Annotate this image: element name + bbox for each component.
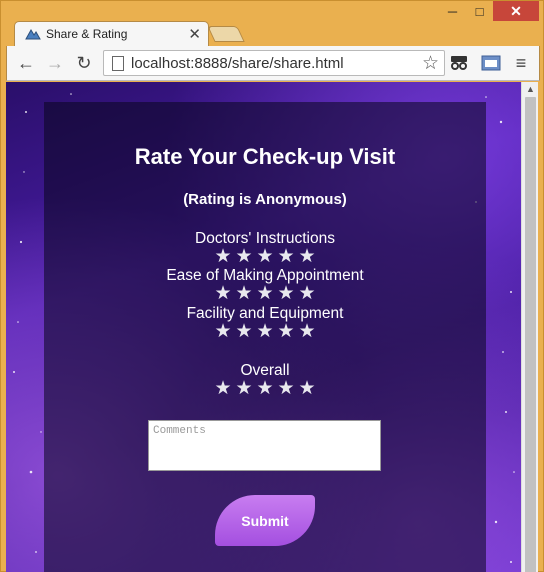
address-url[interactable]: localhost:8888/share/share.html [131,55,344,72]
page-favicon-icon [25,29,41,40]
vertical-scrollbar[interactable]: ▲ [521,82,538,572]
star-icon[interactable]: ★ [256,247,275,266]
star-rating-facility-equipment[interactable]: ★ ★ ★ ★ ★ [44,322,486,341]
address-bar[interactable]: localhost:8888/share/share.html ☆ [103,50,445,76]
maximize-button[interactable]: □ [466,1,493,21]
star-icon[interactable]: ★ [214,247,233,266]
browser-window: ─ □ ✕ Share & Rating ✕ ← → ↻ localhost:8… [0,0,544,572]
star-icon[interactable]: ★ [298,322,317,341]
star-icon[interactable]: ★ [277,284,296,303]
star-icon[interactable]: ★ [235,247,254,266]
star-icon[interactable]: ★ [235,379,254,398]
new-tab-button[interactable] [207,26,245,42]
bookmark-star-icon[interactable]: ☆ [422,52,439,75]
star-icon[interactable]: ★ [214,379,233,398]
comments-field[interactable] [148,420,381,471]
close-window-button[interactable]: ✕ [493,1,539,21]
incognito-icon[interactable] [449,54,469,72]
star-icon[interactable]: ★ [298,247,317,266]
forward-button[interactable]: → [44,52,66,74]
browser-tab[interactable]: Share & Rating ✕ [14,21,209,47]
back-button[interactable]: ← [15,52,37,74]
star-icon[interactable]: ★ [235,322,254,341]
window-controls: ─ □ ✕ [439,1,539,23]
anonymous-note: (Rating is Anonymous) [183,191,347,208]
tab-close-icon[interactable]: ✕ [188,25,201,43]
tab-title: Share & Rating [46,27,128,41]
minimize-button[interactable]: ─ [439,1,466,21]
star-icon[interactable]: ★ [277,322,296,341]
star-icon[interactable]: ★ [277,247,296,266]
extension-icon[interactable] [481,54,501,72]
page-viewport: Rate Your Check-up Visit (Rating is Anon… [6,82,521,572]
submit-button[interactable]: Submit [215,495,315,546]
menu-icon[interactable]: ≡ [510,52,532,74]
star-icon[interactable]: ★ [256,284,275,303]
star-icon[interactable]: ★ [298,284,317,303]
star-icon[interactable]: ★ [256,322,275,341]
rating-panel: Rate Your Check-up Visit (Rating is Anon… [44,102,486,572]
page-icon [112,56,124,71]
star-icon[interactable]: ★ [256,379,275,398]
scroll-thumb[interactable] [525,97,536,572]
star-icon[interactable]: ★ [214,284,233,303]
star-icon[interactable]: ★ [277,379,296,398]
scroll-up-arrow-icon[interactable]: ▲ [526,84,535,94]
star-icon[interactable]: ★ [298,379,317,398]
star-rating-doctors-instructions[interactable]: ★ ★ ★ ★ ★ [44,247,486,266]
reload-button[interactable]: ↻ [73,52,95,74]
star-rating-overall[interactable]: ★ ★ ★ ★ ★ [44,379,486,398]
star-icon[interactable]: ★ [214,322,233,341]
star-icon[interactable]: ★ [235,284,254,303]
star-rating-ease-of-appointment[interactable]: ★ ★ ★ ★ ★ [44,284,486,303]
browser-toolbar: ← → ↻ localhost:8888/share/share.html ☆ … [6,46,540,81]
page-title: Rate Your Check-up Visit [134,144,396,169]
